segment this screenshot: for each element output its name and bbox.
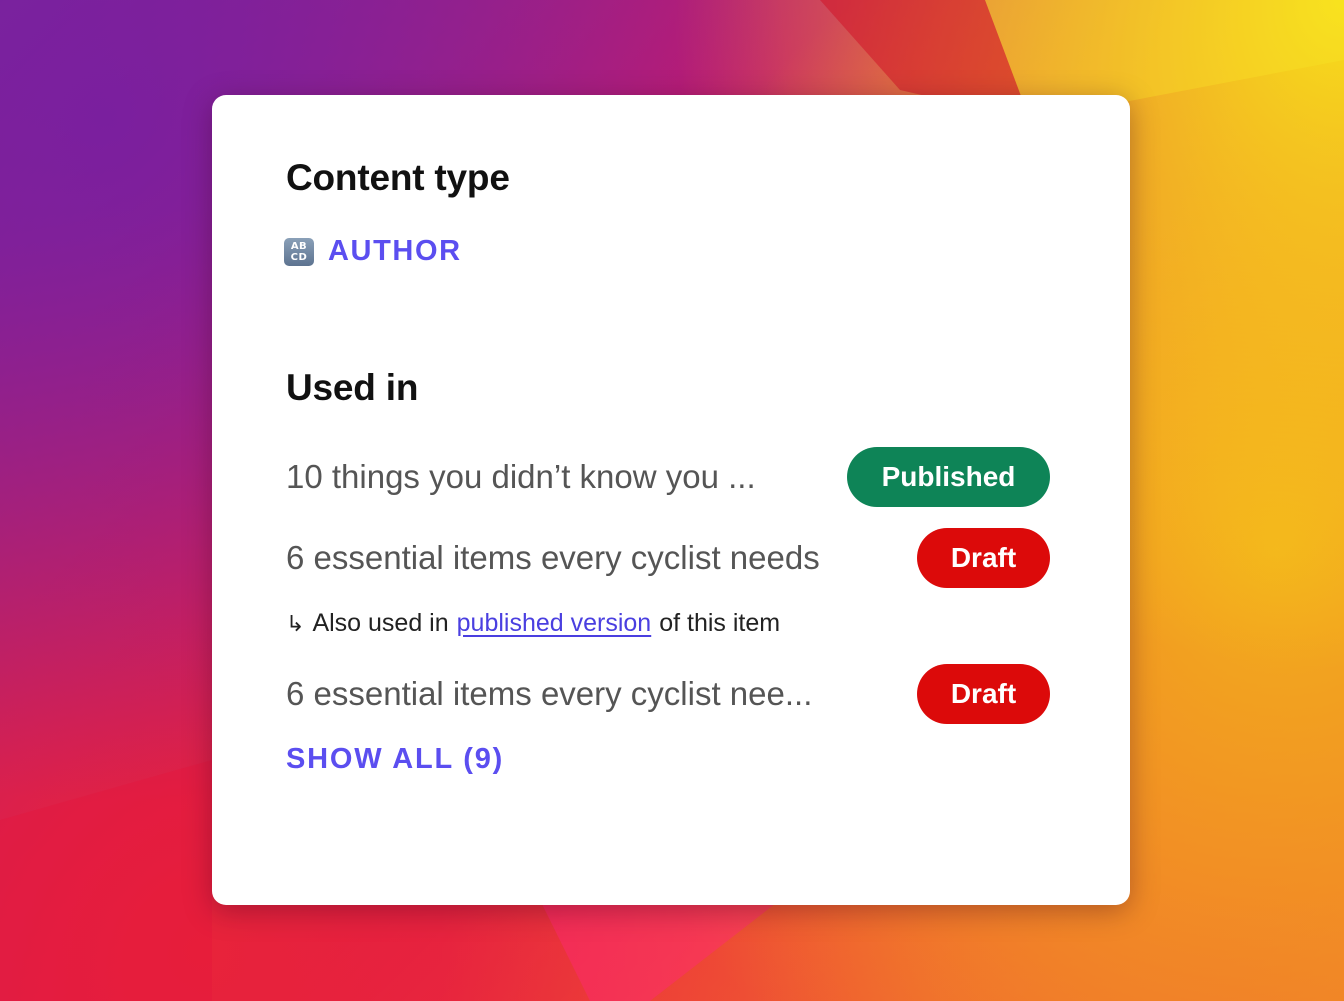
used-in-item-title[interactable]: 6 essential items every cyclist nee... (286, 675, 812, 713)
return-arrow-icon: ↳ (286, 612, 305, 637)
used-in-item-title[interactable]: 10 things you didn’t know you ... (286, 458, 756, 496)
status-badge-draft: Draft (917, 528, 1050, 588)
show-all-button[interactable]: SHOW ALL (9) (286, 743, 504, 776)
status-badge-draft: Draft (917, 664, 1050, 724)
also-used-prefix: Also used in (312, 609, 449, 637)
used-in-item[interactable]: 10 things you didn’t know you ... Publis… (286, 447, 1050, 507)
abcd-input-symbol-icon: AB CD (284, 237, 314, 266)
also-used-note: ↳ Also used in published version of this… (286, 609, 780, 638)
published-version-link[interactable]: published version (457, 609, 652, 638)
used-in-item[interactable]: 6 essential items every cyclist needs Dr… (286, 528, 1050, 588)
used-in-heading: Used in (286, 367, 419, 408)
content-type-link[interactable]: AUTHOR (328, 235, 462, 268)
content-type-row: AB CD AUTHOR (284, 235, 462, 268)
also-used-suffix: of this item (659, 609, 781, 637)
used-in-item[interactable]: 6 essential items every cyclist nee... D… (286, 664, 1050, 724)
used-in-item-title[interactable]: 6 essential items every cyclist needs (286, 539, 820, 577)
content-info-panel: Content type AB CD AUTHOR Used in 10 thi… (212, 95, 1130, 905)
content-type-heading: Content type (286, 157, 510, 198)
status-badge-published: Published (847, 447, 1050, 507)
